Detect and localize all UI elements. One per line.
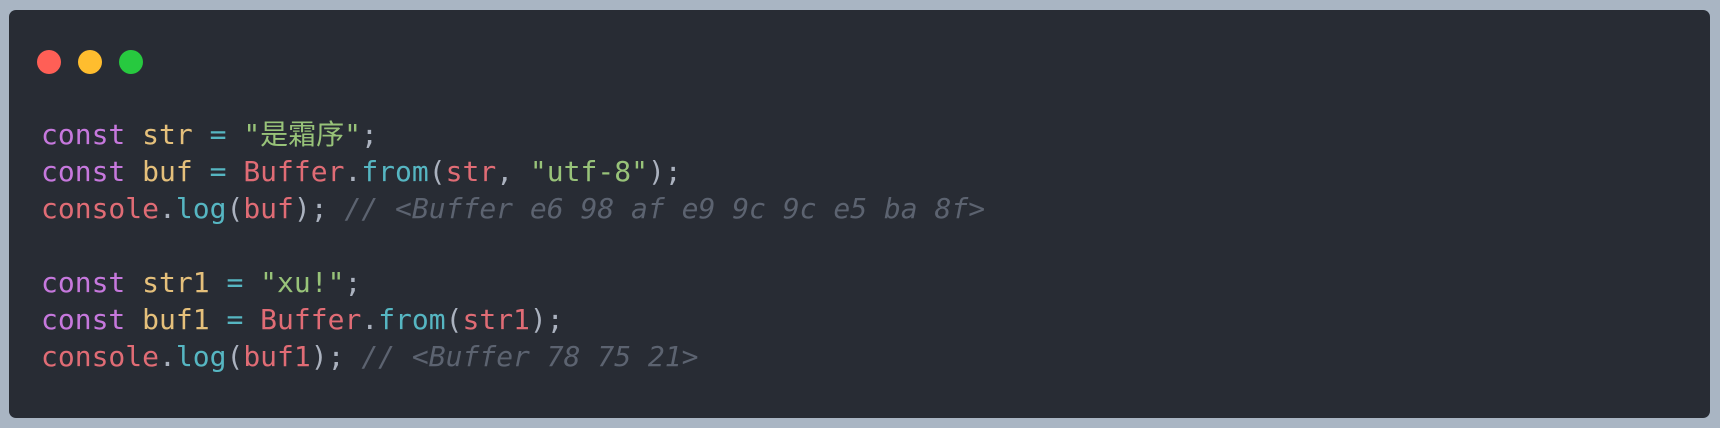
code-line: const buf = Buffer.from(str, "utf-8"); [41,153,985,190]
code-token: const [41,155,126,188]
code-token: ); [310,340,362,373]
code-token: ( [445,303,463,336]
code-token: str [445,155,497,188]
code-token: ; [361,118,378,151]
code-line: const str = "是霜序"; [41,116,985,153]
minimize-button[interactable] [78,50,102,74]
code-token: . [361,303,379,336]
code-token: buf [142,155,193,188]
code-window: const str = "是霜序"; const buf = Buffer.fro… [9,10,1710,418]
code-token: str [142,118,193,151]
code-comment: // <Buffer e6 98 af e9 9c 9c e5 ba 8f> [344,192,986,225]
code-line: const str1 = "xu!"; [41,264,985,301]
code-token: "utf-8" [529,155,648,188]
code-token: from [378,303,446,336]
code-token: ( [226,340,244,373]
code-comment: // <Buffer 78 75 21> [361,340,699,373]
code-token: const [41,118,126,151]
code-token: = [226,303,244,336]
code-token: ( [428,155,446,188]
code-token: buf1 [243,340,311,373]
code-token: . [159,192,176,225]
code-token: ; [344,266,362,299]
code-token: ); [293,192,345,225]
code-token: ( [226,192,244,225]
code-token: Buffer [243,155,345,188]
code-token: buf [243,192,294,225]
code-token: , [496,155,530,188]
code-token: console [41,192,160,225]
code-token: "是霜序" [243,118,362,151]
code-token: ); [647,155,682,188]
code-token: . [344,155,362,188]
code-token: log [175,340,227,373]
code-token: console [41,340,160,373]
code-line: const buf1 = Buffer.from(str1); [41,301,985,338]
code-token: log [175,192,227,225]
code-token: str1 [142,266,210,299]
code-token: = [209,118,227,151]
window-controls [37,50,143,74]
code-token: Buffer [260,303,362,336]
code-token: from [361,155,429,188]
code-token: ); [529,303,564,336]
code-token: const [41,266,126,299]
code-token: . [159,340,176,373]
code-token: str1 [462,303,530,336]
maximize-button[interactable] [119,50,143,74]
code-block: const str = "是霜序"; const buf = Buffer.fro… [41,116,985,375]
code-line: console.log(buf1); // <Buffer 78 75 21> [41,338,985,375]
code-token: = [209,155,227,188]
code-line: console.log(buf); // <Buffer e6 98 af e9… [41,190,985,227]
code-token: const [41,303,126,336]
close-button[interactable] [37,50,61,74]
code-token: = [226,266,244,299]
code-token: buf1 [142,303,210,336]
code-token: "xu!" [260,266,345,299]
